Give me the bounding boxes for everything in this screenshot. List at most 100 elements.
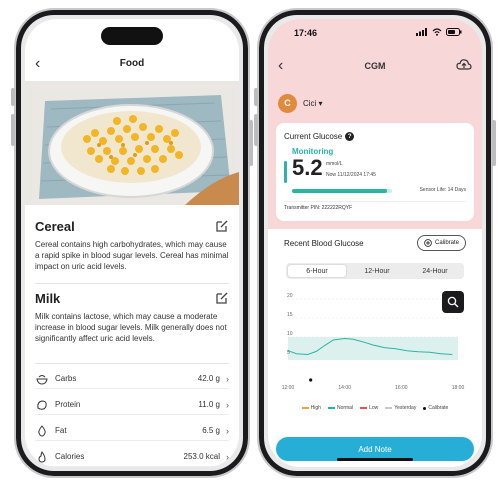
glucose-value: 5.2 [292,155,323,180]
glucose-timestamp: Now 11/12/2024 17:45 [326,172,376,178]
legend-line-normal [327,407,335,409]
cgm-screen: 17:46 ‹ CGM C Cici ▾ Current Glucose ? M… [268,19,482,467]
help-icon[interactable]: ? [345,132,355,141]
chevron-right-icon: › [226,451,229,462]
nutrition-label: Fat [55,426,67,435]
page-title: Food [119,58,145,69]
zoom-button[interactable] [442,291,464,313]
sensor-life-fill [292,189,387,193]
target-range-band [288,337,458,361]
nutrition-row-protein[interactable]: Protein 11.0 g › [35,395,229,415]
nutrition-value: 253.0 kcal [183,452,220,461]
phone-side-button [249,120,253,166]
home-indicator [337,458,413,461]
tab-12-hour[interactable]: 12-Hour [348,263,406,279]
fat-drop-icon [35,424,49,438]
chevron-right-icon: › [226,399,229,410]
user-selector[interactable]: C Cici ▾ [278,93,323,113]
card-divider [284,201,466,202]
cloud-upload-icon[interactable] [456,57,472,73]
x-tick-label: 16:00 [395,385,408,391]
sensor-life-bar [292,189,392,193]
time-range-tabs: 6-Hour 12-Hour 24-Hour [286,263,464,279]
chart-legend: High Normal Low Yesterday Calibrate [276,405,474,411]
legend-label: Calibrate [428,405,449,411]
phone-side-button [254,88,258,106]
status-time: 17:46 [294,28,318,38]
edit-icon[interactable] [215,219,229,233]
calibration-point [309,378,313,382]
glucose-indicator-bar [284,161,287,183]
legend-item-high: High [301,405,321,411]
cgm-header: ‹ CGM [268,55,482,79]
cereal-bowl-illustration [25,81,239,205]
legend-item-normal: Normal [327,405,354,411]
chevron-right-icon: › [226,373,229,384]
milk-title: Milk [35,291,61,306]
nutrition-value: 11.0 g [198,400,220,409]
food-header: ‹ Food [25,53,239,77]
cereal-section: Cereal Cereal contains high carbohydrate… [35,219,229,272]
nutrition-label: Calories [55,452,85,461]
wifi-icon [432,28,442,36]
avatar: C [278,93,297,113]
food-screen: ‹ Food Cereal Cereal contains high carbo… [25,19,239,467]
battery-icon [446,28,462,36]
calories-flame-icon [35,450,49,464]
calibrate-label: Calibrate [434,240,459,246]
glucose-unit: mmol/L [326,161,343,167]
section-divider [35,363,229,364]
user-name: Cici ▾ [303,98,323,108]
phone-side-button [11,88,15,106]
page-title: CGM [364,61,386,71]
x-tick-label: 12:00 [282,385,295,391]
phone-side-button [254,114,258,146]
nutrition-row-fat[interactable]: Fat 6.5 g › [35,421,229,441]
y-tick-label: 10 [287,331,293,337]
legend-label: Normal [336,405,354,411]
cereal-bowl-photo [25,81,239,205]
carbs-bowl-icon [35,372,49,386]
tab-6-hour[interactable]: 6-Hour [287,264,347,278]
nutrition-row-calories[interactable]: Calories 253.0 kcal › [35,447,229,467]
transmitter-pin: Transmitter PIN: 222222RQYF [284,205,353,211]
x-tick-label: 14:00 [338,385,351,391]
x-tick-label: 18:00 [452,385,465,391]
milk-section: Milk Milk contains lactose, which may ca… [35,291,229,344]
nutrition-value: 6.5 g [202,426,220,435]
milk-description: Milk contains lactose, which may cause a… [35,312,227,343]
y-tick-label: 15 [287,312,293,318]
legend-line-low [360,407,368,409]
legend-label: Low [369,405,379,411]
status-bar: 17:46 [268,28,482,42]
nutrition-value: 42.0 g [197,374,220,383]
phone-side-button [11,114,15,146]
legend-line-high [301,407,309,409]
calibrate-button[interactable]: Calibrate [416,235,466,251]
legend-item-low: Low [360,405,378,411]
current-glucose-label: Current Glucose [284,132,343,141]
status-icons [416,28,462,36]
current-glucose-title: Current Glucose ? [284,132,355,141]
cereal-description: Cereal contains high carbohydrates, whic… [35,240,229,271]
dynamic-island [101,27,163,45]
chevron-right-icon: › [226,425,229,436]
phone-side-button [492,120,496,166]
nutrition-label: Carbs [55,374,77,383]
legend-dot-calibrate [423,406,427,410]
edit-icon[interactable] [215,291,229,305]
cereal-title: Cereal [35,219,75,234]
plus-circle-icon [424,239,432,247]
signal-icon [416,28,427,36]
legend-label: High [310,405,321,411]
recent-glucose-title: Recent Blood Glucose [284,239,364,248]
nutrition-label: Protein [55,400,81,409]
legend-item-yesterday: Yesterday [385,405,416,411]
food-phone: ‹ Food Cereal Cereal contains high carbo… [11,8,253,478]
nutrition-row-carbs[interactable]: Carbs 42.0 g › [35,369,229,389]
tab-24-hour[interactable]: 24-Hour [406,263,464,279]
cgm-phone: 17:46 ‹ CGM C Cici ▾ Current Glucose ? M… [254,8,496,478]
legend-label: Yesterday [394,405,417,411]
protein-icon [35,398,49,412]
current-glucose-card: Current Glucose ? Monitoring 5.2 mmol/L … [276,123,474,221]
